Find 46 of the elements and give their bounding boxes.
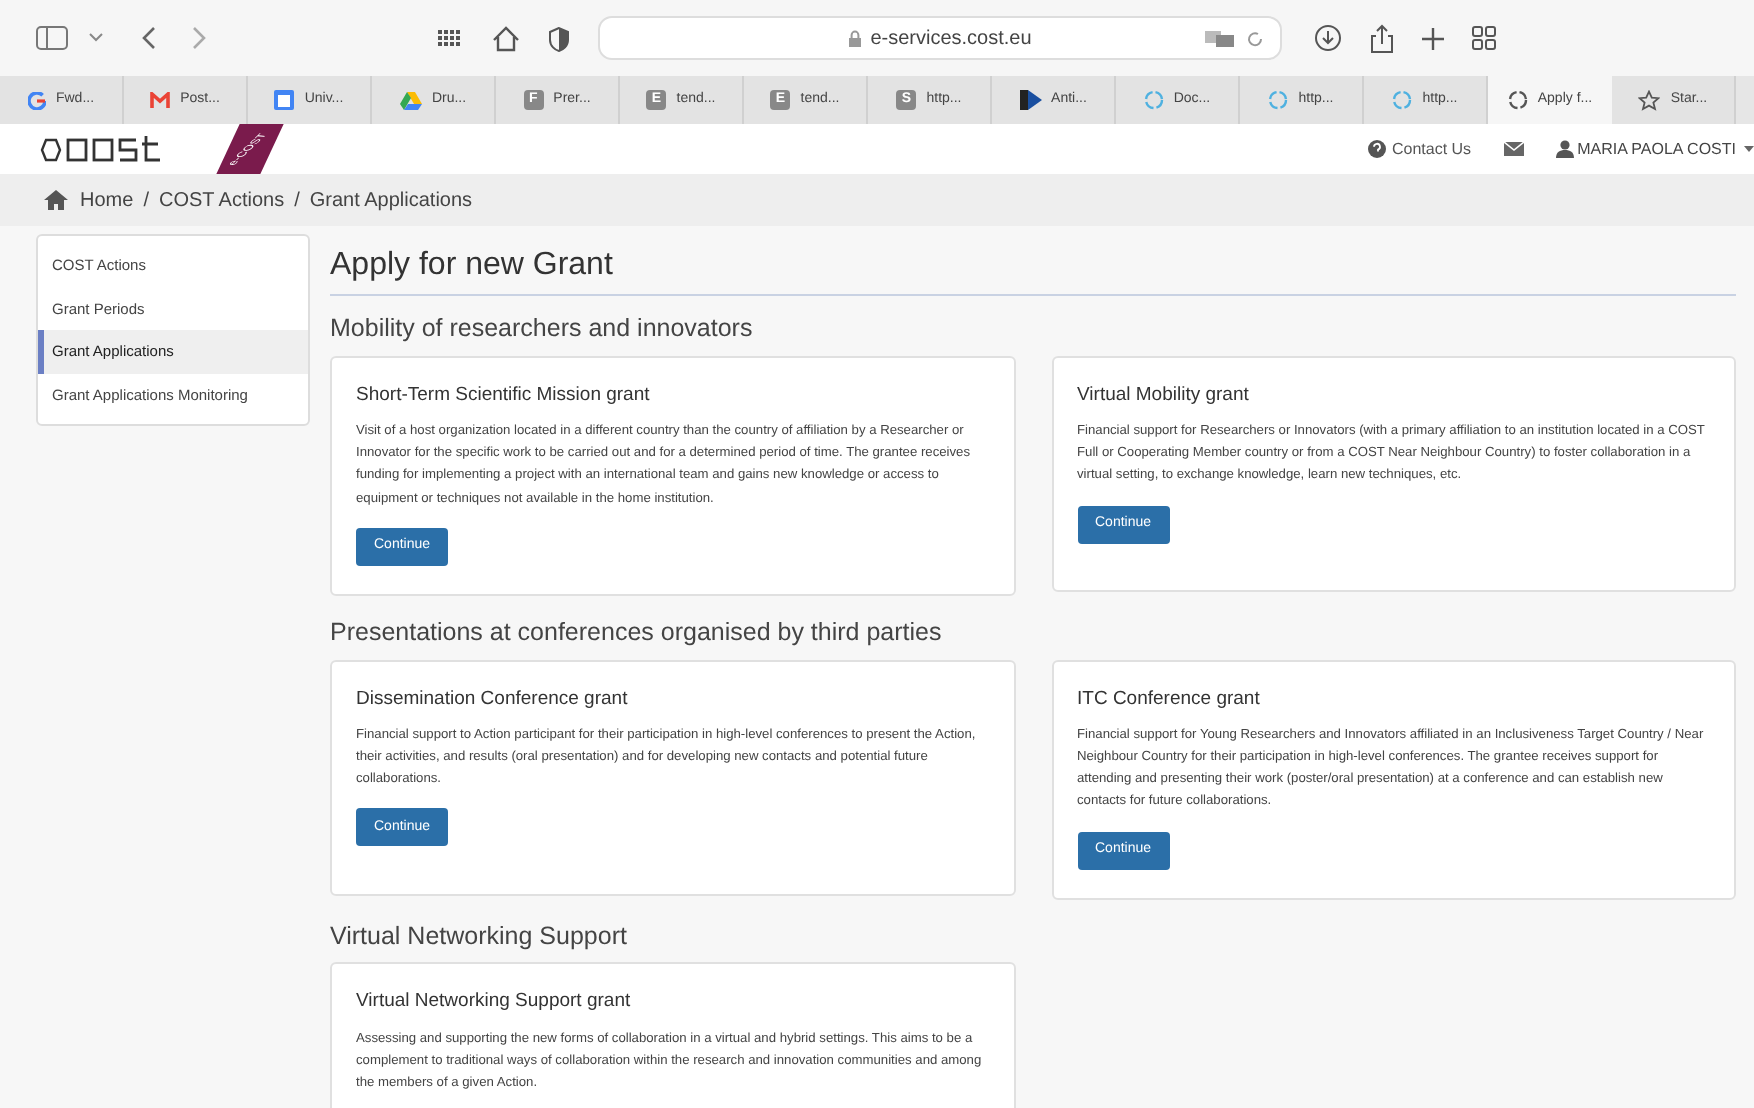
- play-logo-icon: [1019, 90, 1042, 110]
- address-bar[interactable]: e-services.cost.eu: [598, 16, 1282, 60]
- card-title: Dissemination Conference grant: [356, 685, 628, 714]
- card-title: Virtual Mobility grant: [1077, 381, 1249, 410]
- loading-icon: [1268, 90, 1289, 110]
- breadcrumb-link[interactable]: COST Actions: [158, 185, 285, 215]
- loading-icon: [1392, 90, 1413, 110]
- download-icon[interactable]: [1314, 24, 1342, 52]
- section-heading: Presentations at conferences organised by third parties: [330, 615, 942, 650]
- translate-icon[interactable]: [1204, 30, 1236, 48]
- lock-icon: [848, 29, 863, 47]
- tab-overview-icon[interactable]: [1472, 26, 1496, 50]
- url-text: e-services.cost.eu: [870, 25, 1032, 53]
- card-title: ITC Conference grant: [1077, 685, 1260, 714]
- plus-icon[interactable]: [1422, 27, 1444, 49]
- triangle-logo-icon: [399, 91, 422, 109]
- loading-icon: [1507, 90, 1528, 110]
- home-icon[interactable]: [492, 25, 520, 51]
- section-heading: Mobility of researchers and innovators: [330, 312, 753, 346]
- help-icon: [1367, 140, 1386, 158]
- loading-icon: [1143, 90, 1164, 110]
- breadcrumb-link[interactable]: Grant Applications: [309, 185, 473, 215]
- apps-grid-icon[interactable]: [438, 30, 460, 46]
- sidebar-icon[interactable]: [36, 26, 68, 50]
- star-icon: [1638, 89, 1661, 111]
- reload-icon[interactable]: [1246, 30, 1264, 48]
- page-title: Apply for new Grant: [330, 246, 613, 286]
- user-menu[interactable]: MARIA PAOLA COSTI: [1555, 137, 1754, 161]
- shield-icon[interactable]: [548, 25, 570, 51]
- breadcrumb-separator: /: [143, 187, 149, 215]
- breadcrumb-separator: /: [294, 187, 300, 215]
- mail-icon[interactable]: [1503, 142, 1524, 156]
- card-title: Short-Term Scientific Mission grant: [356, 381, 650, 410]
- share-icon[interactable]: [1370, 23, 1394, 53]
- breadcrumb-link[interactable]: Home: [80, 185, 134, 215]
- contact-us-link[interactable]: Contact Us: [1367, 137, 1472, 161]
- g-logo-icon: [27, 91, 46, 109]
- home-icon[interactable]: [44, 190, 68, 210]
- calendar-icon: [274, 90, 295, 110]
- chevron-down-icon[interactable]: [88, 32, 104, 44]
- caret-icon: [1744, 145, 1754, 153]
- m-logo-icon: [150, 92, 171, 108]
- user-icon: [1555, 140, 1574, 158]
- back-icon[interactable]: [140, 26, 156, 50]
- section-heading: Virtual Networking Support: [330, 919, 627, 954]
- card-title: Virtual Networking Support grant: [356, 988, 631, 1017]
